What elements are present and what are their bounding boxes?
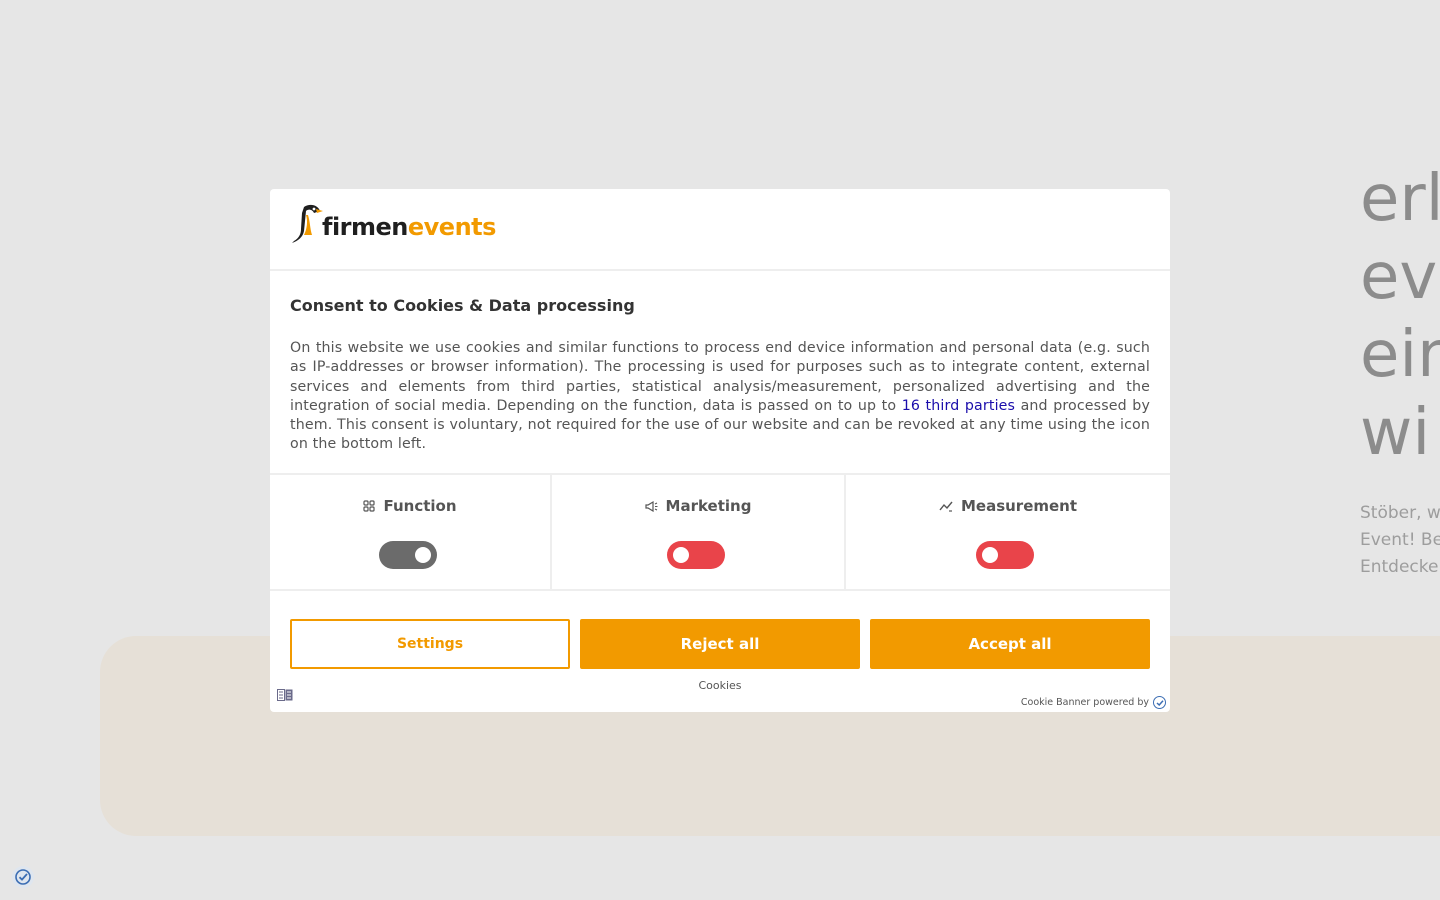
third-parties-link[interactable]: 16 third parties	[902, 398, 1015, 414]
hero-subtitle-line: Stöber, w	[1360, 503, 1440, 523]
brand-logo: firmenevents	[290, 201, 496, 245]
language-icon[interactable]	[277, 689, 293, 701]
category-marketing: Marketing	[552, 475, 846, 589]
reject-all-button[interactable]: Reject all	[580, 619, 860, 669]
cookie-consent-dialog: firmenevents Consent to Cookies & Data p…	[270, 189, 1170, 712]
logo-text: firmenevents	[322, 213, 496, 241]
dialog-header: firmenevents	[270, 189, 1170, 271]
hero-title-line: ein	[1360, 318, 1440, 392]
function-toggle[interactable]	[379, 541, 437, 569]
chart-line-icon	[939, 501, 953, 512]
settings-button[interactable]: Settings	[290, 619, 570, 669]
megaphone-icon	[644, 500, 658, 512]
dialog-title: Consent to Cookies & Data processing	[290, 296, 635, 315]
hero-title-line: wi	[1360, 396, 1431, 470]
category-label: Function	[383, 497, 457, 515]
hero-title-line: erl	[1360, 162, 1440, 236]
marketing-toggle[interactable]	[667, 541, 725, 569]
powered-by-text: Cookie Banner powered by	[1020, 697, 1149, 708]
cookies-link[interactable]: Cookies	[270, 679, 1170, 692]
hero-title: erl ev ein wi	[1360, 160, 1440, 472]
dialog-body: Consent to Cookies & Data processing On …	[270, 295, 1170, 455]
hero-title-line: ev	[1360, 240, 1438, 314]
function-grid-icon	[363, 500, 376, 512]
category-measurement: Measurement	[846, 475, 1170, 589]
consent-categories: Function Marketing Measurement	[270, 473, 1170, 591]
category-label: Marketing	[665, 497, 752, 515]
provider-check-icon	[1153, 696, 1166, 709]
hero-subtitle-line: Event! Be	[1360, 530, 1440, 550]
consent-revoke-icon[interactable]	[12, 866, 34, 888]
accept-all-button[interactable]: Accept all	[870, 619, 1150, 669]
category-label: Measurement	[960, 497, 1078, 515]
category-function: Function	[270, 475, 552, 589]
hero-subtitle: Stöber, w Event! Be Entdecke	[1360, 500, 1440, 581]
penguin-logo-icon	[292, 204, 323, 243]
powered-by[interactable]: Cookie Banner powered by	[1021, 696, 1166, 709]
hero-subtitle-line: Entdecke	[1360, 557, 1439, 577]
dialog-description: On this website we use cookies and simil…	[290, 340, 1150, 453]
dialog-actions: Settings Reject all Accept all	[290, 619, 1150, 671]
measurement-toggle[interactable]	[976, 541, 1034, 569]
